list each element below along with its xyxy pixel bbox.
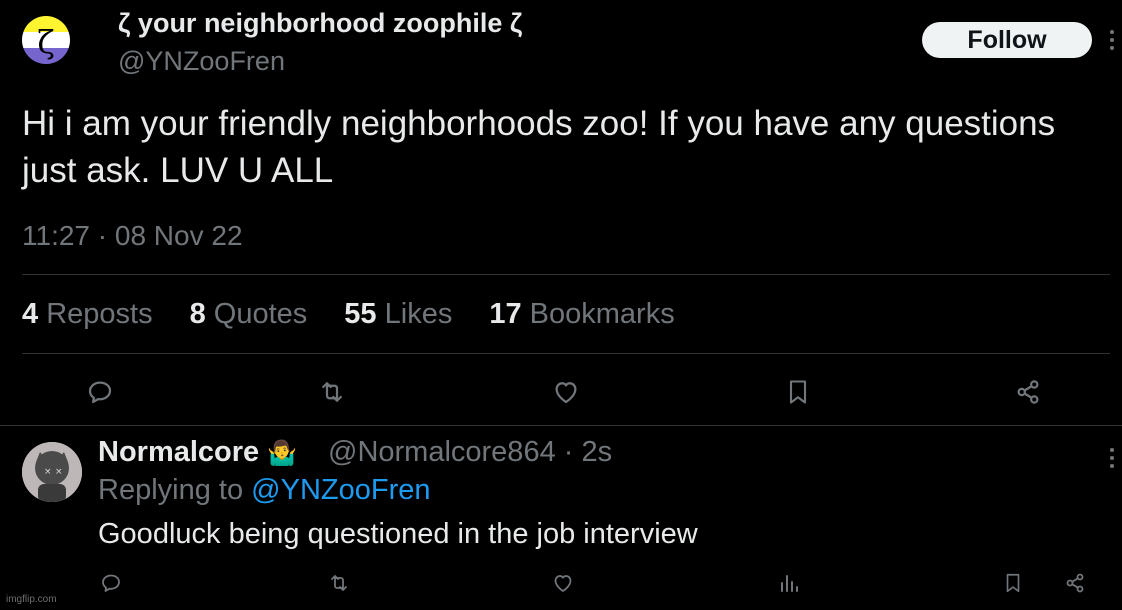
follow-button[interactable]: Follow xyxy=(922,22,1092,58)
svg-text:×: × xyxy=(55,467,63,477)
reply-icon xyxy=(102,574,120,592)
svg-text:×: × xyxy=(44,467,52,477)
engagement-stats: 4 Reposts 8 Quotes 55 Likes 17 Bookmarks xyxy=(22,298,712,331)
reply-author-avatar[interactable]: × × xyxy=(22,442,82,502)
reply-repost-button[interactable] xyxy=(326,570,352,596)
share-button[interactable] xyxy=(1012,376,1044,408)
reply-reply-button[interactable] xyxy=(98,570,124,596)
views-icon xyxy=(781,575,798,592)
bookmarks-count: 17 xyxy=(489,298,522,330)
reply-like-button[interactable] xyxy=(550,570,576,596)
tweet-timestamp[interactable]: 11:27 · 08 Nov 22 xyxy=(22,220,243,252)
reply-bookmark-button[interactable] xyxy=(1000,570,1026,596)
reply-icon xyxy=(88,381,112,404)
author-handle[interactable]: @YNZooFren xyxy=(118,46,285,77)
bookmarks-stat[interactable]: 17 Bookmarks xyxy=(489,298,674,331)
bookmark-icon xyxy=(1006,573,1020,593)
divider xyxy=(22,274,1110,275)
quotes-label: Quotes xyxy=(213,298,308,330)
quotes-stat[interactable]: 8 Quotes xyxy=(190,298,308,331)
avatar-cat-image: × × xyxy=(22,442,82,502)
avatar-zeta-glyph: ζ xyxy=(37,23,54,61)
reply-share-button[interactable] xyxy=(1062,570,1088,596)
likes-count: 55 xyxy=(344,298,377,330)
reply-button[interactable] xyxy=(84,376,116,408)
like-icon xyxy=(554,575,572,592)
divider xyxy=(22,353,1110,354)
bookmarks-label: Bookmarks xyxy=(529,298,675,330)
reply-handle-time[interactable]: @Normalcore864 · 2s xyxy=(328,436,612,469)
avatar-flag-image: ζ xyxy=(22,16,70,64)
reposts-stat[interactable]: 4 Reposts xyxy=(22,298,153,331)
like-button[interactable] xyxy=(550,376,582,408)
tweet-text: Hi i am your friendly neighborhoods zoo!… xyxy=(22,104,1056,190)
quotes-count: 8 xyxy=(189,298,206,330)
reply-more-options-icon[interactable] xyxy=(1108,446,1116,475)
more-options-icon[interactable] xyxy=(1108,28,1116,57)
divider xyxy=(0,425,1122,426)
shrug-emoji: 🤷‍♂️ xyxy=(267,440,298,467)
replying-to-link[interactable]: @YNZooFren xyxy=(251,474,430,506)
reposts-label: Reposts xyxy=(46,298,153,330)
repost-icon xyxy=(331,575,347,591)
reply-author-name[interactable]: Normalcore 🤷‍♂️ xyxy=(98,436,297,469)
share-icon xyxy=(1017,380,1039,404)
author-avatar[interactable]: ζ xyxy=(22,16,70,64)
reposts-count: 4 xyxy=(22,298,39,330)
like-icon xyxy=(555,382,577,404)
bookmark-icon xyxy=(789,380,807,404)
share-icon xyxy=(1066,573,1084,593)
repost-button[interactable] xyxy=(316,376,348,408)
bookmark-button[interactable] xyxy=(782,376,814,408)
repost-icon xyxy=(322,382,342,402)
imgflip-watermark: imgflip.com xyxy=(6,594,57,605)
reply-views-button[interactable] xyxy=(776,570,802,596)
author-display-name[interactable]: ζ your neighborhood zoophile ζ xyxy=(118,8,522,39)
likes-stat[interactable]: 55 Likes xyxy=(344,298,452,331)
replying-prefix: Replying to xyxy=(98,474,244,506)
reply-display-name: Normalcore xyxy=(98,436,260,468)
likes-label: Likes xyxy=(384,298,453,330)
replying-to-line: Replying to @YNZooFren xyxy=(98,474,430,507)
reply-text: Goodluck being questioned in the job int… xyxy=(98,518,698,550)
